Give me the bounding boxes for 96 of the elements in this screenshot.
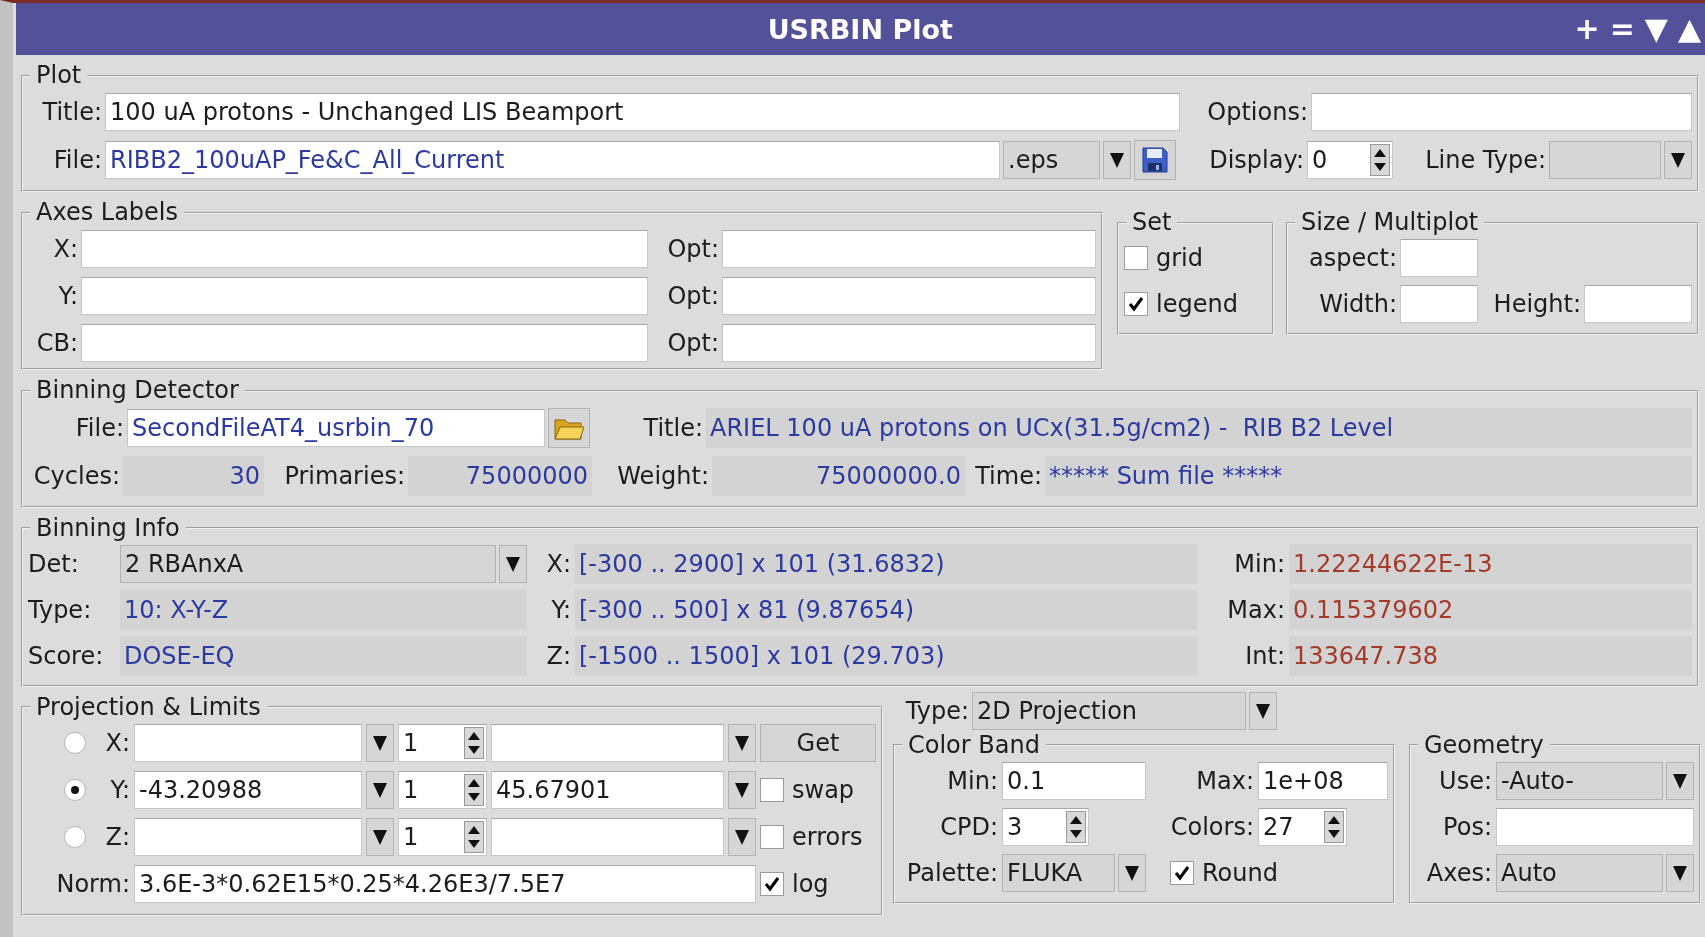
field-label: Z: — [545, 641, 571, 670]
checkbox-label[interactable]: errors — [792, 823, 863, 852]
checkbox-label[interactable]: swap — [792, 776, 855, 805]
field-label: Y: — [550, 595, 571, 624]
value-display: 75000000.0 — [712, 455, 965, 496]
field-label: Time: — [974, 461, 1042, 490]
field-label: File: — [52, 146, 102, 175]
field-label: Title: — [41, 98, 102, 127]
value-display: 30 — [123, 455, 264, 496]
spin-box[interactable]: 1 — [398, 818, 487, 857]
field-label: Colors: — [1169, 812, 1254, 841]
value-display: ***** Sum file ***** — [1045, 455, 1692, 496]
group-heading: Binning Detector — [35, 378, 240, 404]
field-label: Palette: — [905, 858, 998, 887]
field-label: Weight: — [616, 461, 709, 490]
value-display: [-300 .. 500] x 81 (9.87654) — [575, 589, 1197, 630]
value-display: [-300 .. 2900] x 101 (31.6832) — [575, 543, 1197, 584]
value-display: 133647.738 — [1289, 635, 1692, 676]
dropdown-field[interactable]: FLUKA — [1002, 853, 1115, 892]
field-label: Type: — [28, 595, 93, 624]
field-label: Title: — [642, 413, 703, 442]
field-label: Cycles: — [32, 461, 120, 490]
checkbox-label[interactable]: legend — [1156, 290, 1238, 319]
text-field[interactable]: -43.20988 — [134, 771, 362, 810]
field-label: Type: — [904, 696, 969, 725]
field-label: Y: — [109, 776, 130, 805]
value-display: 0.115379602 — [1289, 589, 1692, 630]
field-label: X: — [545, 549, 571, 578]
text-field[interactable]: SecondFileAT4_usrbin_70 — [127, 408, 545, 447]
spin-box[interactable]: 27 — [1258, 807, 1347, 846]
field-label: Min: — [946, 766, 998, 795]
field-label: Y: — [57, 281, 78, 310]
field-label: X: — [52, 234, 78, 263]
dropdown-field[interactable]: 2 RBAnxA — [120, 544, 496, 583]
value-display: DOSE-EQ — [120, 635, 527, 676]
field-label: X: — [104, 729, 130, 758]
group-heading: Set — [1131, 210, 1173, 236]
field-label: Display: — [1208, 146, 1304, 175]
field-label: Pos: — [1442, 812, 1492, 841]
field-label: Width: — [1318, 290, 1397, 319]
field-label: Score: — [28, 641, 105, 670]
field-label: Primaries: — [283, 461, 405, 490]
spin-box[interactable]: 1 — [398, 771, 487, 810]
group-heading: Color Band — [907, 732, 1041, 758]
field-label: Height: — [1492, 290, 1581, 319]
text-field[interactable]: RIBB2_100uAP_Fe&C_All_Current — [105, 141, 1000, 180]
field-label: Use: — [1438, 766, 1492, 795]
group-heading: Binning Info — [35, 515, 181, 541]
field-label: File: — [74, 413, 124, 442]
field-label: Norm: — [55, 870, 130, 899]
get-button[interactable]: Get — [760, 724, 876, 763]
group-heading: Projection & Limits — [35, 694, 262, 720]
field-label: CB: — [35, 328, 78, 357]
group-heading: Axes Labels — [35, 200, 180, 226]
spin-box[interactable]: 3 — [1002, 807, 1089, 846]
field-label: Axes: — [1425, 858, 1492, 887]
field-label: Opt: — [666, 281, 719, 310]
title-bar-button[interactable]: ▲ — [1677, 14, 1701, 44]
dropdown-field[interactable]: 2D Projection — [972, 691, 1246, 730]
text-field[interactable]: 1e+08 — [1258, 761, 1388, 800]
field-label: Max: — [1226, 595, 1285, 624]
text-field[interactable]: 3.6E-3*0.62E15*0.25*4.26E3/7.5E7 — [134, 865, 756, 904]
field-label: Det: — [28, 549, 80, 578]
field-label: CPD: — [939, 812, 998, 841]
text-field[interactable]: 0.1 — [1002, 761, 1146, 800]
title-bar-button[interactable]: = — [1609, 14, 1635, 44]
group-heading: Size / Multiplot — [1300, 210, 1480, 236]
value-display: [-1500 .. 1500] x 101 (29.703) — [575, 635, 1197, 676]
group-heading: Plot — [35, 63, 83, 89]
field-label: Options: — [1206, 98, 1308, 127]
dropdown-field[interactable]: Auto — [1496, 853, 1663, 892]
value-display: 1.22244622E-13 — [1289, 543, 1692, 584]
spin-box[interactable]: 0 — [1307, 141, 1393, 180]
field-label: Min: — [1233, 549, 1285, 578]
text-field[interactable]: 100 uA protons - Unchanged LIS Beamport — [105, 93, 1180, 132]
field-label: Max: — [1195, 766, 1254, 795]
value-display: ARIEL 100 uA protons on UCx(31.5g/cm2) - RIB B2 Level — [706, 407, 1692, 448]
group-heading: Geometry — [1423, 732, 1545, 758]
title-bar-button[interactable]: + — [1574, 14, 1600, 44]
field-label: Z: — [104, 823, 130, 852]
text-field[interactable]: 45.67901 — [491, 771, 724, 810]
checkbox-label[interactable]: grid — [1156, 244, 1203, 273]
checkbox-label[interactable]: Round — [1202, 858, 1278, 887]
title-bar-button[interactable]: ▼ — [1644, 14, 1668, 44]
field-label: Int: — [1244, 641, 1285, 670]
field-label: Line Type: — [1424, 146, 1546, 175]
window-title: USRBIN Plot — [766, 13, 954, 45]
field-label: Opt: — [666, 234, 719, 263]
dropdown-field[interactable]: .eps — [1003, 141, 1100, 180]
value-display: 75000000 — [408, 455, 592, 496]
checkbox-label[interactable]: log — [792, 870, 829, 899]
value-display: 10: X-Y-Z — [120, 589, 527, 630]
field-label: aspect: — [1308, 244, 1397, 273]
dropdown-field[interactable]: -Auto- — [1496, 761, 1663, 800]
field-label: Opt: — [666, 328, 719, 357]
spin-box[interactable]: 1 — [398, 724, 487, 763]
